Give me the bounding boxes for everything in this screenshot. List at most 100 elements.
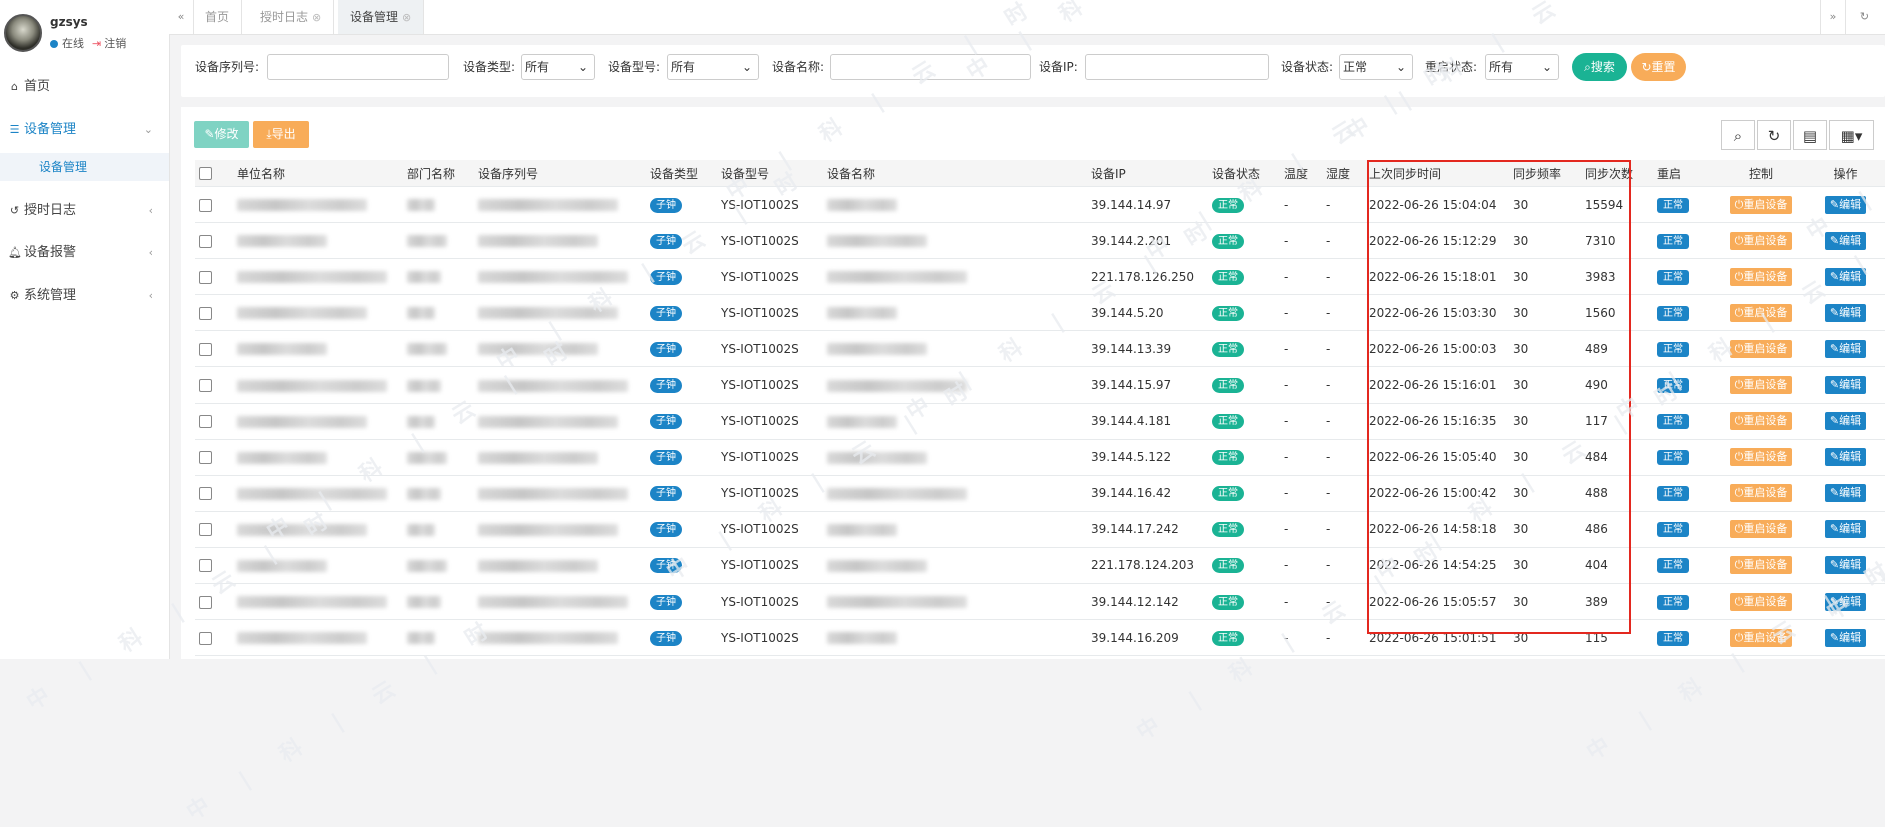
col-header[interactable]: 设备状态	[1208, 160, 1280, 187]
row-checkbox[interactable]	[199, 342, 212, 356]
col-header[interactable]: 湿度	[1322, 160, 1365, 187]
col-header[interactable]: 设备名称	[823, 160, 1087, 187]
edit-row-button[interactable]: ✎编辑	[1824, 484, 1867, 503]
restart-device-button[interactable]: ⏻重启设备	[1729, 484, 1793, 503]
col-header[interactable]: 设备序列号	[474, 160, 646, 187]
model-select[interactable]: 所有 ⌄	[667, 54, 759, 80]
table-row[interactable]: 子钟 YS-IOT1002S 39.144.12.142 正常 - -2022-06-26…	[195, 583, 1885, 621]
nav-system-mgmt[interactable]: ⚙ 系统管理 ‹	[0, 284, 169, 308]
restart-device-button[interactable]: ⏻重启设备	[1729, 556, 1793, 575]
row-checkbox-cell[interactable]	[195, 294, 233, 332]
edit-row-button[interactable]: ✎编辑	[1824, 592, 1867, 611]
row-checkbox-cell[interactable]	[195, 330, 233, 368]
header-checkbox-cell[interactable]	[195, 160, 233, 187]
nav-home[interactable]: ⌂ 首页	[0, 75, 169, 99]
row-checkbox-cell[interactable]	[195, 583, 233, 621]
row-checkbox[interactable]	[199, 198, 212, 212]
avatar[interactable]	[4, 14, 42, 52]
edit-row-button[interactable]: ✎编辑	[1824, 556, 1867, 575]
restart-device-button[interactable]: ⏻重启设备	[1729, 231, 1793, 250]
edit-row-button[interactable]: ✎编辑	[1824, 376, 1867, 395]
row-checkbox-cell[interactable]	[195, 547, 233, 585]
table-row[interactable]: 子钟 YS-IOT1002S 221.178.126.250 正常 - -2022-06-…	[195, 258, 1885, 296]
search-toggle-icon[interactable]: ⌕	[1721, 120, 1755, 150]
toggle-view-icon[interactable]: ▤	[1793, 120, 1827, 150]
row-checkbox-cell[interactable]	[195, 403, 233, 440]
refresh-icon[interactable]: ↻	[1844, 0, 1885, 34]
table-row[interactable]: 子钟 YS-IOT1002S 39.144.14.97 正常 - -2022-06-26 …	[195, 186, 1885, 224]
row-checkbox-cell[interactable]	[195, 439, 233, 476]
table-row[interactable]: 子钟 YS-IOT1002S 39.144.16.42 正常 - -2022-06-26 …	[195, 475, 1885, 512]
table-row[interactable]: 子钟 YS-IOT1002S 39.144.4.181 正常 - -2022-06-26 …	[195, 403, 1885, 440]
refresh-icon[interactable]: ↻	[1757, 120, 1791, 150]
col-header[interactable]: 上次同步时间	[1365, 160, 1509, 187]
row-checkbox[interactable]	[199, 559, 212, 573]
reset-button[interactable]: ↻重置	[1631, 53, 1686, 81]
restart-device-button[interactable]: ⏻重启设备	[1729, 376, 1793, 395]
logout-link[interactable]: 注销	[104, 37, 126, 50]
nav-sub-device-mgmt[interactable]: 设备管理	[0, 153, 169, 181]
row-checkbox[interactable]	[199, 379, 212, 393]
restart-device-button[interactable]: ⏻重启设备	[1729, 592, 1793, 611]
col-header[interactable]: 同步频率	[1509, 160, 1581, 187]
tab-scroll-right-icon[interactable]: »	[1820, 0, 1846, 34]
restart-device-button[interactable]: ⏻重启设备	[1729, 195, 1793, 214]
table-row[interactable]: 子钟 YS-IOT1002S 39.144.16.209 正常 - -2022-06-26…	[195, 619, 1885, 657]
row-checkbox-cell[interactable]	[195, 222, 233, 260]
col-header[interactable]: 设备型号	[717, 160, 823, 187]
serial-input[interactable]	[267, 54, 449, 80]
tab-scroll-left-icon[interactable]: «	[169, 0, 194, 34]
row-checkbox[interactable]	[199, 306, 212, 320]
edit-row-button[interactable]: ✎编辑	[1824, 412, 1867, 431]
col-header[interactable]: 操作	[1806, 160, 1885, 187]
table-row[interactable]: 子钟 YS-IOT1002S 39.144.13.39 正常 - -2022-06-26 …	[195, 330, 1885, 368]
edit-row-button[interactable]: ✎编辑	[1824, 267, 1867, 286]
row-checkbox[interactable]	[199, 523, 212, 537]
status-select[interactable]: 正常 ⌄	[1339, 54, 1413, 80]
nav-device-alarm[interactable]: 🔔︎ 设备报警 ‹	[0, 241, 169, 265]
table-row[interactable]: 子钟 YS-IOT1002S 39.144.17.242 正常 - -2022-06-26…	[195, 511, 1885, 548]
table-row[interactable]: 子钟 YS-IOT1002S 39.144.5.122 正常 - -2022-06-26 …	[195, 439, 1885, 476]
table-row[interactable]: 子钟 YS-IOT1002S 39.144.5.20 正常 - -2022-06-26 1…	[195, 294, 1885, 332]
tab-home[interactable]: 首页	[193, 0, 243, 34]
row-checkbox[interactable]	[199, 451, 212, 465]
row-checkbox-cell[interactable]	[195, 511, 233, 548]
edit-row-button[interactable]: ✎编辑	[1824, 448, 1867, 467]
col-header[interactable]: 同步次数	[1581, 160, 1653, 187]
name-input[interactable]	[830, 54, 1031, 80]
row-checkbox[interactable]	[199, 631, 212, 645]
restart-device-button[interactable]: ⏻重启设备	[1729, 303, 1793, 322]
table-row[interactable]: 子钟 YS-IOT1002S 221.178.124.203 正常 - -2022-06-…	[195, 547, 1885, 585]
close-icon[interactable]: ⊗	[402, 1, 411, 35]
row-checkbox[interactable]	[199, 270, 212, 284]
row-checkbox[interactable]	[199, 595, 212, 609]
edit-row-button[interactable]: ✎编辑	[1824, 195, 1867, 214]
tab-device-mgmt[interactable]: 设备管理 ⊗	[338, 0, 425, 35]
col-header[interactable]: 温度	[1280, 160, 1322, 187]
restart-device-button[interactable]: ⏻重启设备	[1729, 267, 1793, 286]
nav-sync-log[interactable]: ↺ 授时日志 ‹	[0, 199, 169, 223]
col-header[interactable]: 重启	[1653, 160, 1716, 187]
select-all-checkbox[interactable]	[199, 167, 212, 180]
table-row[interactable]: 子钟 YS-IOT1002S 39.144.15.97 正常 - -2022-06-26 …	[195, 366, 1885, 404]
restart-select[interactable]: 所有 ⌄	[1485, 54, 1559, 80]
search-button[interactable]: ⌕搜索	[1572, 53, 1627, 81]
edit-row-button[interactable]: ✎编辑	[1824, 339, 1867, 358]
row-checkbox[interactable]	[199, 487, 212, 501]
export-button[interactable]: ⤓导出	[253, 121, 309, 148]
col-header[interactable]: 部门名称	[403, 160, 474, 187]
table-row[interactable]: 子钟 YS-IOT1002S 39.144.2.201 正常 - -2022-06-26 …	[195, 222, 1885, 260]
edit-row-button[interactable]: ✎编辑	[1824, 231, 1867, 250]
columns-icon[interactable]: ▦▾	[1829, 120, 1874, 150]
col-header[interactable]: 设备类型	[646, 160, 717, 187]
edit-row-button[interactable]: ✎编辑	[1824, 628, 1867, 647]
row-checkbox-cell[interactable]	[195, 186, 233, 224]
col-header[interactable]: 设备IP	[1087, 160, 1208, 187]
restart-device-button[interactable]: ⏻重启设备	[1729, 339, 1793, 358]
edit-row-button[interactable]: ✎编辑	[1824, 303, 1867, 322]
edit-row-button[interactable]: ✎编辑	[1824, 520, 1867, 539]
ip-input[interactable]	[1085, 54, 1269, 80]
row-checkbox[interactable]	[199, 415, 212, 429]
row-checkbox-cell[interactable]	[195, 258, 233, 296]
close-icon[interactable]: ⊗	[312, 1, 321, 35]
